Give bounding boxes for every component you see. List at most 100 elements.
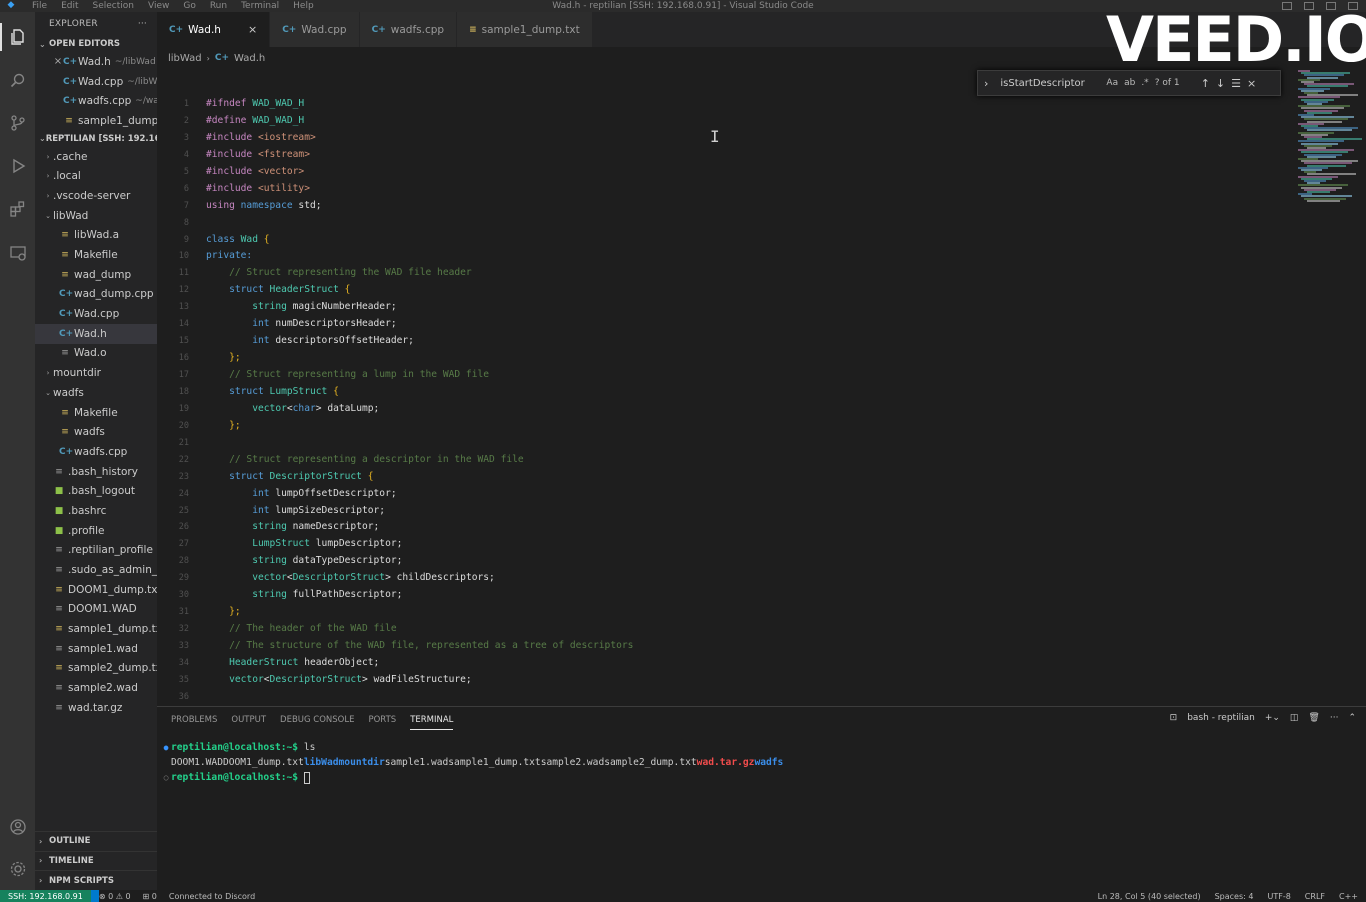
section-npm-scripts[interactable]: › NPM SCRIPTS [35,870,157,890]
panel-tab-debug-console[interactable]: DEBUG CONSOLE [280,715,354,730]
code-content[interactable]: #ifndef WAD_WAD_H #define WAD_WAD_H #inclu… [206,96,1286,706]
file-tree-item[interactable]: › mountdir [35,363,157,383]
tab-label: Wad.cpp [301,23,347,36]
new-terminal-plus-icon[interactable]: +⌄ [1265,713,1280,723]
file-name: wadfs [74,426,105,439]
editor-tab[interactable]: C+ Wad.h × [157,12,271,47]
breadcrumb-file[interactable]: Wad.h [234,53,265,64]
file-tree-item[interactable]: ⌄ libWad [35,206,157,226]
split-terminal-icon[interactable]: ◫ [1290,713,1299,723]
toggle-replace-chevron-icon[interactable]: › [984,77,988,90]
terminal-shell-label[interactable]: bash - reptilian [1187,713,1255,723]
file-tree-item[interactable]: ≡ libWad.a [35,226,157,246]
problems-status[interactable]: ⊗ 0 ⚠ 0 [99,892,131,901]
file-tree-item[interactable]: C+ wad_dump.cpp [35,285,157,305]
explorer-title: EXPLORER [49,19,98,29]
eol-status[interactable]: CRLF [1305,892,1325,901]
line-number: 1 [183,99,189,109]
file-tree-item[interactable]: ≡ .reptilian_profile [35,541,157,561]
cpp-file-icon: C+ [214,53,229,63]
panel-tab-output[interactable]: OUTPUT [231,715,266,730]
search-icon[interactable] [7,70,29,92]
remote-explorer-icon[interactable] [7,242,29,264]
terminal-prompt: reptilian@localhost:~$ [171,742,299,753]
section-timeline[interactable]: › TIMELINE [35,850,157,871]
indentation-status[interactable]: Spaces: 4 [1215,892,1254,901]
editor-tab[interactable]: C+ wadfs.cpp [359,12,458,47]
maximize-panel-chevron-up-icon[interactable]: ⌃ [1348,713,1356,723]
shell-file-icon: ■ [54,525,64,536]
remote-indicator[interactable]: SSH: 192.168.0.91 [0,890,91,902]
file-tree-item[interactable]: ≡ Makefile [35,245,157,265]
file-tree-item[interactable]: ≡ sample1.wad [35,639,157,659]
panel-tab-ports[interactable]: PORTS [368,715,396,730]
workspace-section-header[interactable]: ⌄ REPTILIAN [SSH: 192.168.0... [35,131,157,147]
panel-tab-problems[interactable]: PROBLEMS [171,715,217,730]
file-tree-item[interactable]: ≡ sample2_dump.txt [35,659,157,679]
run-debug-icon[interactable] [7,155,29,177]
open-editor-item[interactable]: C+wadfs.cpp~/wadfs [35,91,157,111]
explorer-more-actions-icon[interactable]: ··· [138,19,147,29]
terminal-output[interactable]: ● reptilian@localhost:~$ ls DOOM1.WAD DO… [161,740,783,785]
file-tree-item[interactable]: ≡ .sudo_as_admin_succ... [35,560,157,580]
encoding-status[interactable]: UTF-8 [1267,892,1290,901]
file-tree-item[interactable]: › .cache [35,147,157,167]
open-editor-item[interactable]: × C+ Wad.h ~/libWad [35,52,157,72]
open-editor-item[interactable]: C+Wad.cpp~/libWad [35,72,157,92]
file-tree-item[interactable]: ≡ wad.tar.gz [35,698,157,718]
file-tree-item[interactable]: C+ Wad.cpp [35,304,157,324]
editor-tab[interactable]: ≡ sample1_dump.txt [457,12,593,47]
file-tree-item[interactable]: ≡ sample1_dump.txt [35,619,157,639]
explorer-sidebar: EXPLORER ··· ⌄ OPEN EDITORS × C+ Wad.h ~/li… [35,12,157,890]
file-tree-item[interactable]: ⌄ wadfs [35,383,157,403]
kill-terminal-trash-icon[interactable]: 🗑 [1308,713,1319,723]
file-tree-item[interactable]: ■ .bashrc [35,501,157,521]
section-outline[interactable]: › OUTLINE [35,830,157,851]
cursor-position-status[interactable]: Ln 28, Col 5 (40 selected) [1098,892,1201,901]
panel-tab-terminal[interactable]: TERMINAL [410,715,454,730]
account-icon[interactable] [7,816,29,838]
file-tree-item[interactable]: ≡ Makefile [35,403,157,423]
file-tree-item[interactable]: ≡ DOOM1_dump.txt [35,580,157,600]
file-tree-item[interactable]: ≡ DOOM1.WAD [35,600,157,620]
cpp-file-icon: C+ [59,328,74,339]
extensions-icon[interactable] [7,198,29,220]
settings-gear-icon[interactable] [7,858,29,880]
tab-label: wadfs.cpp [390,23,445,36]
minimap[interactable] [1292,66,1366,706]
code-line: #include <utility> [206,182,310,194]
file-tree-item[interactable]: ≡ .bash_history [35,462,157,482]
shell-file-icon: ■ [54,486,64,497]
ports-status[interactable]: ⊞ 0 [143,892,157,901]
cpp-file-icon: C+ [59,446,74,457]
source-control-icon[interactable] [7,112,29,134]
section-label: OUTLINE [49,836,91,847]
chevron-right-icon: › [46,152,50,161]
open-editor-item[interactable]: ≡ sample1_dump.txt [35,111,157,131]
editor-tab[interactable]: C+ Wad.cpp [270,12,360,47]
more-actions-icon[interactable]: ··· [1330,713,1339,723]
line-number: 34 [178,657,189,668]
file-tree-item[interactable]: › .vscode-server [35,186,157,206]
tab-label: Wad.h [188,23,221,36]
breadcrumb-folder[interactable]: libWad [168,53,202,64]
file-tree-item[interactable]: ≡ wadfs [35,422,157,442]
file-tree-item[interactable]: › .local [35,166,157,186]
file-tree-item[interactable]: C+ Wad.h [35,323,157,344]
find-input[interactable]: isStartDescriptor [1000,78,1100,89]
open-editors-section-header[interactable]: ⌄ OPEN EDITORS [35,36,157,52]
discord-status[interactable]: Connected to Discord [169,892,255,901]
explorer-icon[interactable] [0,23,29,51]
close-tab-icon[interactable]: × [248,23,257,36]
file-tree-item[interactable]: C+ wadfs.cpp [35,442,157,462]
code-editor[interactable]: 1 2 3 4 5 6 7 8 9 10 11 12 13 14 15 16 17 18 19 20 21 22 23 24 2… [157,66,1292,706]
file-tree-item[interactable]: ≡ Wad.o [35,344,157,364]
file-tree-item[interactable]: ■ .profile [35,521,157,541]
file-tree-item[interactable]: ≡ sample2.wad [35,678,157,698]
file-tree-item[interactable]: ≡ wad_dump [35,265,157,285]
close-editor-icon[interactable]: × [53,56,63,67]
code-line: int lumpOffsetDescriptor; [252,487,397,499]
line-number: 15 [178,336,189,347]
language-status[interactable]: C++ [1339,892,1358,901]
file-tree-item[interactable]: ■ .bash_logout [35,481,157,501]
